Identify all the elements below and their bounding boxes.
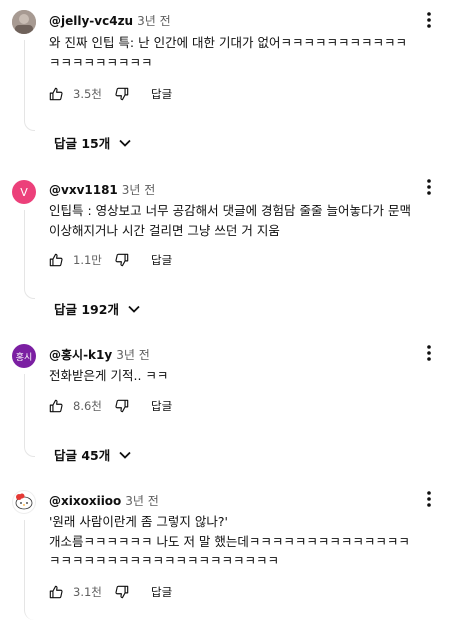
avatar[interactable] — [12, 490, 36, 514]
thread-line — [24, 374, 35, 457]
author-name[interactable]: @xixoxiioo — [49, 494, 121, 508]
thumb-up-icon[interactable] — [49, 399, 63, 413]
author-name[interactable]: @홍시-k1y — [49, 348, 112, 362]
comment-line: 전화받은게 기적.. ㅋㅋ — [49, 368, 169, 383]
chevron-down-icon — [119, 451, 131, 459]
thread-line — [24, 40, 35, 131]
thumb-up-icon[interactable] — [49, 87, 63, 101]
view-replies-button[interactable]: 답글 45개 — [54, 445, 132, 464]
author-name[interactable]: @jelly-vc4zu — [49, 14, 133, 28]
thread-line — [24, 520, 35, 620]
hello-kitty-avatar-icon — [15, 493, 33, 510]
comment-text: 인팁특 : 영상보고 너무 공감해서 댓글에 경험담 줄줄 늘어놓다가 문맥 이… — [49, 201, 453, 240]
reply-button[interactable]: 답글 — [151, 584, 172, 600]
comment-time[interactable]: 3년 전 — [125, 494, 159, 508]
thumb-down-icon[interactable] — [115, 253, 129, 267]
comment-header: @xixoxiioo 3년 전 — [49, 492, 159, 509]
chevron-down-icon — [119, 139, 131, 147]
reply-button[interactable]: 답글 — [151, 252, 172, 268]
avatar[interactable] — [12, 10, 36, 34]
view-replies-button[interactable]: 답글 192개 — [54, 299, 141, 318]
comment-line: 개소름ㅋㅋㅋㅋㅋㅋ 나도 저 말 했는데ㅋㅋㅋㅋㅋㅋㅋㅋㅋㅋㅋㅋㅋㅋ — [49, 533, 410, 549]
thumb-down-icon[interactable] — [115, 87, 129, 101]
comment-line: 이상해지거나 시간 걸리면 그냥 쓰던 거 지움 — [49, 222, 280, 238]
replies-label: 답글 45개 — [54, 448, 111, 463]
reply-button[interactable]: 답글 — [151, 86, 172, 102]
author-name[interactable]: @vxv1181 — [49, 183, 118, 197]
thumb-up-icon[interactable] — [49, 585, 63, 599]
more-vert-icon[interactable] — [421, 344, 437, 362]
comment-line: '원래 사람이란게 좀 그렇지 않나?' — [49, 514, 228, 529]
replies-label: 답글 15개 — [54, 136, 111, 151]
comment-header: @홍시-k1y 3년 전 — [49, 346, 150, 363]
chevron-down-icon — [128, 305, 140, 313]
comment-actions: 1.1만 답글 — [49, 251, 172, 269]
comment-actions: 3.1천 답글 — [49, 583, 172, 601]
comment-actions: 8.6천 답글 — [49, 397, 172, 415]
more-vert-icon[interactable] — [421, 490, 437, 508]
thumb-down-icon[interactable] — [115, 585, 129, 599]
comment-text: 와 진짜 인팁 특: 난 인간에 대한 기대가 없어ㅋㅋㅋㅋㅋㅋㅋㅋㅋㅋㅋ ㅋㅋ… — [49, 33, 453, 72]
like-count: 3.1천 — [73, 585, 102, 599]
thread-line — [24, 210, 35, 299]
comment-header: @jelly-vc4zu 3년 전 — [49, 12, 171, 29]
like-count: 8.6천 — [73, 399, 102, 413]
comment-line: ㅋㅋㅋㅋㅋㅋㅋㅋㅋ — [49, 54, 153, 70]
comment-text: '원래 사람이란게 좀 그렇지 않나?' 개소름ㅋㅋㅋㅋㅋㅋ 나도 저 말 했는… — [49, 512, 453, 571]
avatar-letter: 홍시 — [15, 352, 33, 363]
avatar[interactable]: 홍시 — [12, 344, 36, 368]
like-count: 3.5천 — [73, 87, 102, 101]
thumb-up-icon[interactable] — [49, 253, 63, 267]
more-vert-icon[interactable] — [421, 11, 437, 29]
comment-line: 인팁특 : 영상보고 너무 공감해서 댓글에 경험담 줄줄 늘어놓다가 문맥 — [49, 203, 411, 218]
replies-label: 답글 192개 — [54, 302, 119, 317]
comment-time[interactable]: 3년 전 — [137, 14, 171, 28]
comment-line: 와 진짜 인팁 특: 난 인간에 대한 기대가 없어ㅋㅋㅋㅋㅋㅋㅋㅋㅋㅋㅋ — [49, 35, 407, 50]
avatar-photo-icon — [12, 10, 36, 34]
comment-actions: 3.5천 답글 — [49, 85, 172, 103]
thumb-down-icon[interactable] — [115, 399, 129, 413]
more-vert-icon[interactable] — [421, 178, 437, 196]
comment-time[interactable]: 3년 전 — [116, 348, 150, 362]
comment-header: @vxv1181 3년 전 — [49, 181, 155, 198]
avatar[interactable]: V — [12, 180, 36, 204]
avatar-letter: V — [20, 185, 28, 199]
reply-button[interactable]: 답글 — [151, 398, 172, 414]
comment-text: 전화받은게 기적.. ㅋㅋ — [49, 366, 453, 386]
comment-time[interactable]: 3년 전 — [122, 183, 156, 197]
comment-line: ㅋㅋㅋㅋㅋㅋㅋㅋㅋㅋㅋㅋㅋㅋㅋㅋㅋㅋㅋㅋ — [49, 553, 280, 568]
like-count: 1.1만 — [73, 253, 102, 267]
view-replies-button[interactable]: 답글 15개 — [54, 133, 132, 152]
